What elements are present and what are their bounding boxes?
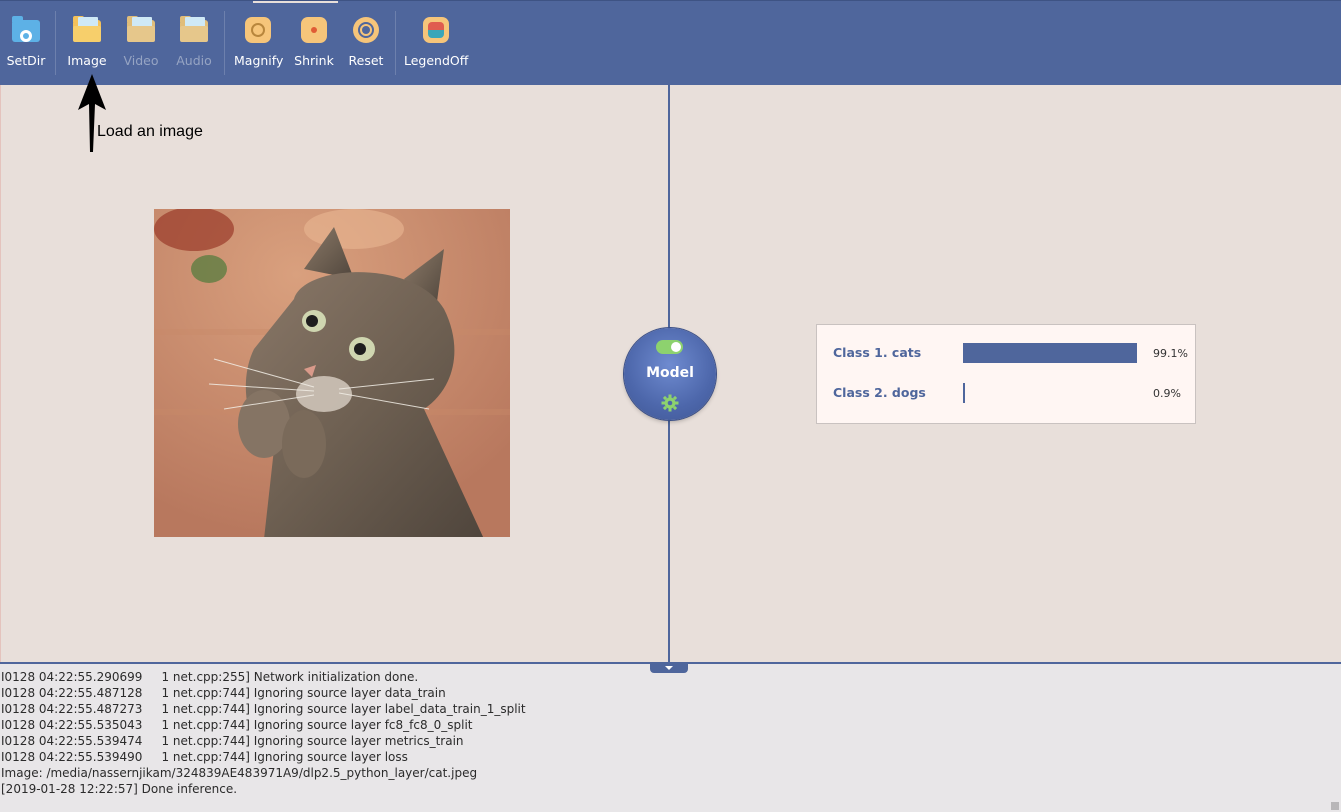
audio-label: Audio bbox=[176, 53, 212, 68]
model-toggle[interactable] bbox=[656, 340, 683, 354]
log-line: I0128 04:22:55.290699 1 net.cpp:255] Net… bbox=[1, 670, 419, 684]
result-row: Class 2. dogs 0.9% bbox=[833, 383, 1183, 403]
result-percent: 0.9% bbox=[1153, 387, 1181, 400]
magnify-button[interactable]: Magnify bbox=[234, 15, 284, 68]
log-line: I0128 04:22:55.487273 1 net.cpp:744] Ign… bbox=[1, 702, 526, 716]
result-class-label: Class 1. cats bbox=[833, 345, 922, 360]
collapse-log-button[interactable] bbox=[650, 664, 688, 673]
arrow-up-icon bbox=[78, 74, 106, 152]
toolbar: SetDir Image Video Audio Magnify Shrink bbox=[0, 0, 1341, 85]
shrink-button[interactable]: Shrink bbox=[294, 15, 334, 68]
log-line: I0128 04:22:55.539490 1 net.cpp:744] Ign… bbox=[1, 750, 408, 764]
image-label: Image bbox=[67, 53, 107, 68]
loaded-image bbox=[154, 209, 510, 537]
magnify-label: Magnify bbox=[234, 53, 284, 68]
toolbar-separator bbox=[55, 11, 56, 75]
setdir-button[interactable]: SetDir bbox=[6, 15, 46, 68]
log-line: [2019-01-28 12:22:57] Done inference. bbox=[1, 782, 238, 796]
legend-icon bbox=[421, 15, 451, 45]
folder-video-icon bbox=[126, 15, 156, 45]
magnify-icon bbox=[243, 15, 273, 45]
video-label: Video bbox=[123, 53, 159, 68]
video-button[interactable]: Video bbox=[120, 15, 162, 68]
results-panel: Class 1. cats 99.1% Class 2. dogs 0.9% bbox=[816, 324, 1196, 424]
annotation-text: Load an image bbox=[97, 123, 203, 140]
setdir-label: SetDir bbox=[6, 53, 46, 68]
shrink-icon bbox=[299, 15, 329, 45]
resize-grip[interactable] bbox=[1331, 802, 1339, 810]
model-label: Model bbox=[646, 365, 694, 381]
result-row: Class 1. cats 99.1% bbox=[833, 343, 1188, 363]
log-line: I0128 04:22:55.487128 1 net.cpp:744] Ign… bbox=[1, 686, 446, 700]
reset-label: Reset bbox=[348, 53, 384, 68]
log-line: Image: /media/nassernjikam/324839AE48397… bbox=[1, 766, 478, 780]
folder-image-icon bbox=[72, 15, 102, 45]
model-node[interactable]: Model bbox=[624, 328, 716, 420]
log-line: I0128 04:22:55.539474 1 net.cpp:744] Ign… bbox=[1, 734, 464, 748]
toolbar-tab-indicator bbox=[253, 1, 338, 3]
toolbar-separator bbox=[395, 11, 396, 75]
image-button[interactable]: Image bbox=[66, 15, 108, 68]
result-class-label: Class 2. dogs bbox=[833, 385, 926, 400]
reset-button[interactable]: Reset bbox=[346, 15, 386, 68]
result-bar bbox=[963, 383, 965, 403]
legendoff-label: LegendOff bbox=[404, 53, 469, 68]
log-line: I0128 04:22:55.535043 1 net.cpp:744] Ign… bbox=[1, 718, 473, 732]
reset-icon bbox=[351, 15, 381, 45]
result-percent: 99.1% bbox=[1153, 347, 1188, 360]
log-console[interactable]: I0128 04:22:55.290699 1 net.cpp:255] Net… bbox=[0, 664, 1341, 812]
legendoff-button[interactable]: LegendOff bbox=[404, 15, 468, 68]
result-bar-track bbox=[963, 343, 1139, 363]
folder-settings-icon bbox=[11, 15, 41, 45]
audio-button[interactable]: Audio bbox=[173, 15, 215, 68]
shrink-label: Shrink bbox=[294, 53, 334, 68]
toolbar-separator bbox=[224, 11, 225, 75]
result-bar bbox=[963, 343, 1137, 363]
gear-icon[interactable] bbox=[661, 394, 679, 412]
folder-audio-icon bbox=[179, 15, 209, 45]
result-bar-track bbox=[963, 383, 1139, 403]
